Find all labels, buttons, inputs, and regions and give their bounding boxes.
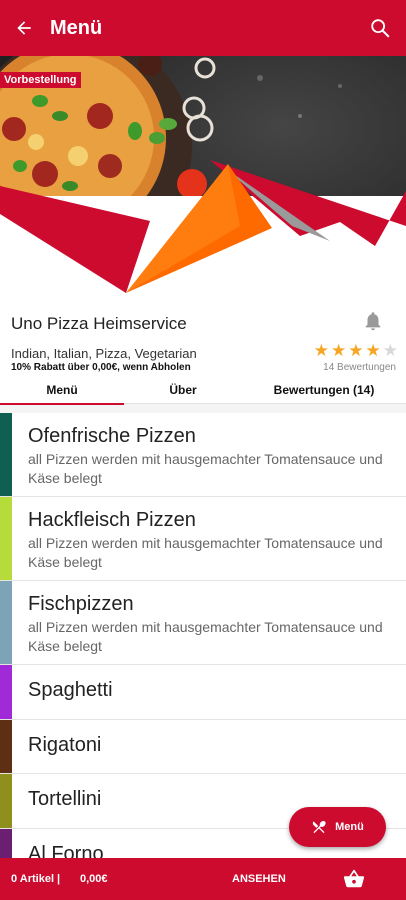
menu-category-list: Ofenfrische Pizzen all Pizzen werden mit… xyxy=(0,413,406,858)
star-empty-icon: ★ xyxy=(382,341,398,360)
discount-text: 10% Rabatt über 0,00€, wenn Abholen xyxy=(11,362,191,373)
star-filled-icon: ★ xyxy=(331,341,347,360)
page-title: Menü xyxy=(50,16,103,39)
star-filled-icon: ★ xyxy=(348,341,364,360)
reviews-count: 14 Bewertungen xyxy=(323,362,396,373)
view-cart-button[interactable]: ANSEHEN xyxy=(232,873,286,885)
tab-about[interactable]: Über xyxy=(124,376,242,404)
tab-bar: Menü Über Bewertungen (14) xyxy=(0,376,406,405)
category-color-bar xyxy=(0,829,12,858)
category-color-bar xyxy=(0,720,12,773)
star-filled-icon: ★ xyxy=(365,341,381,360)
basket-button[interactable] xyxy=(343,868,365,890)
category-name: Rigatoni xyxy=(28,734,102,756)
category-name: Ofenfrische Pizzen xyxy=(28,425,196,447)
star-filled-icon: ★ xyxy=(313,341,329,360)
tab-menu[interactable]: Menü xyxy=(0,376,124,405)
cutlery-icon xyxy=(312,821,326,834)
preorder-badge: Vorbestellung xyxy=(0,72,81,88)
search-icon xyxy=(371,19,390,38)
category-color-bar xyxy=(0,581,12,664)
category-name: Tortellini xyxy=(28,788,102,810)
category-color-bar xyxy=(0,497,12,580)
bell-icon xyxy=(365,312,381,331)
category-name: Spaghetti xyxy=(28,679,113,701)
basket-icon xyxy=(343,869,365,888)
back-button[interactable] xyxy=(0,0,48,56)
notification-bell-button[interactable] xyxy=(362,310,384,332)
category-name: Fischpizzen xyxy=(28,593,134,615)
category-description: all Pizzen werden mit hausgemachter Toma… xyxy=(28,535,383,570)
restaurant-hero-image xyxy=(0,56,406,296)
category-item[interactable]: Rigatoni xyxy=(0,720,406,774)
cart-item-count: 0 Artikel | xyxy=(11,873,61,885)
menu-fab-button[interactable]: Menü xyxy=(289,807,386,847)
cart-bar: 0 Artikel | 0,00€ ANSEHEN xyxy=(0,858,406,900)
restaurant-info: Uno Pizza Heimservice Indian, Italian, P… xyxy=(0,296,406,376)
category-name: Hackfleisch Pizzen xyxy=(28,509,196,531)
rating-stars: ★ ★ ★ ★ ★ xyxy=(314,342,398,359)
category-description: all Pizzen werden mit hausgemachter Toma… xyxy=(28,451,383,486)
menu-fab-label: Menü xyxy=(335,821,364,833)
category-item[interactable]: Hackfleisch Pizzen all Pizzen werden mit… xyxy=(0,497,406,581)
category-item[interactable]: Spaghetti xyxy=(0,665,406,720)
category-item[interactable]: Ofenfrische Pizzen all Pizzen werden mit… xyxy=(0,413,406,497)
arrow-left-icon xyxy=(17,21,31,35)
category-color-bar xyxy=(0,665,12,719)
category-name: Al Forno xyxy=(28,843,104,858)
restaurant-name: Uno Pizza Heimservice xyxy=(11,314,187,333)
search-button[interactable] xyxy=(364,12,396,44)
category-color-bar xyxy=(0,413,12,496)
category-description: all Pizzen werden mit hausgemachter Toma… xyxy=(28,619,383,654)
cart-total: 0,00€ xyxy=(80,873,108,885)
restaurant-cuisines: Indian, Italian, Pizza, Vegetarian xyxy=(11,346,197,361)
category-color-bar xyxy=(0,774,12,828)
tab-reviews[interactable]: Bewertungen (14) xyxy=(242,376,406,404)
category-item[interactable]: Fischpizzen all Pizzen werden mit hausge… xyxy=(0,581,406,665)
app-bar: Menü xyxy=(0,0,406,56)
